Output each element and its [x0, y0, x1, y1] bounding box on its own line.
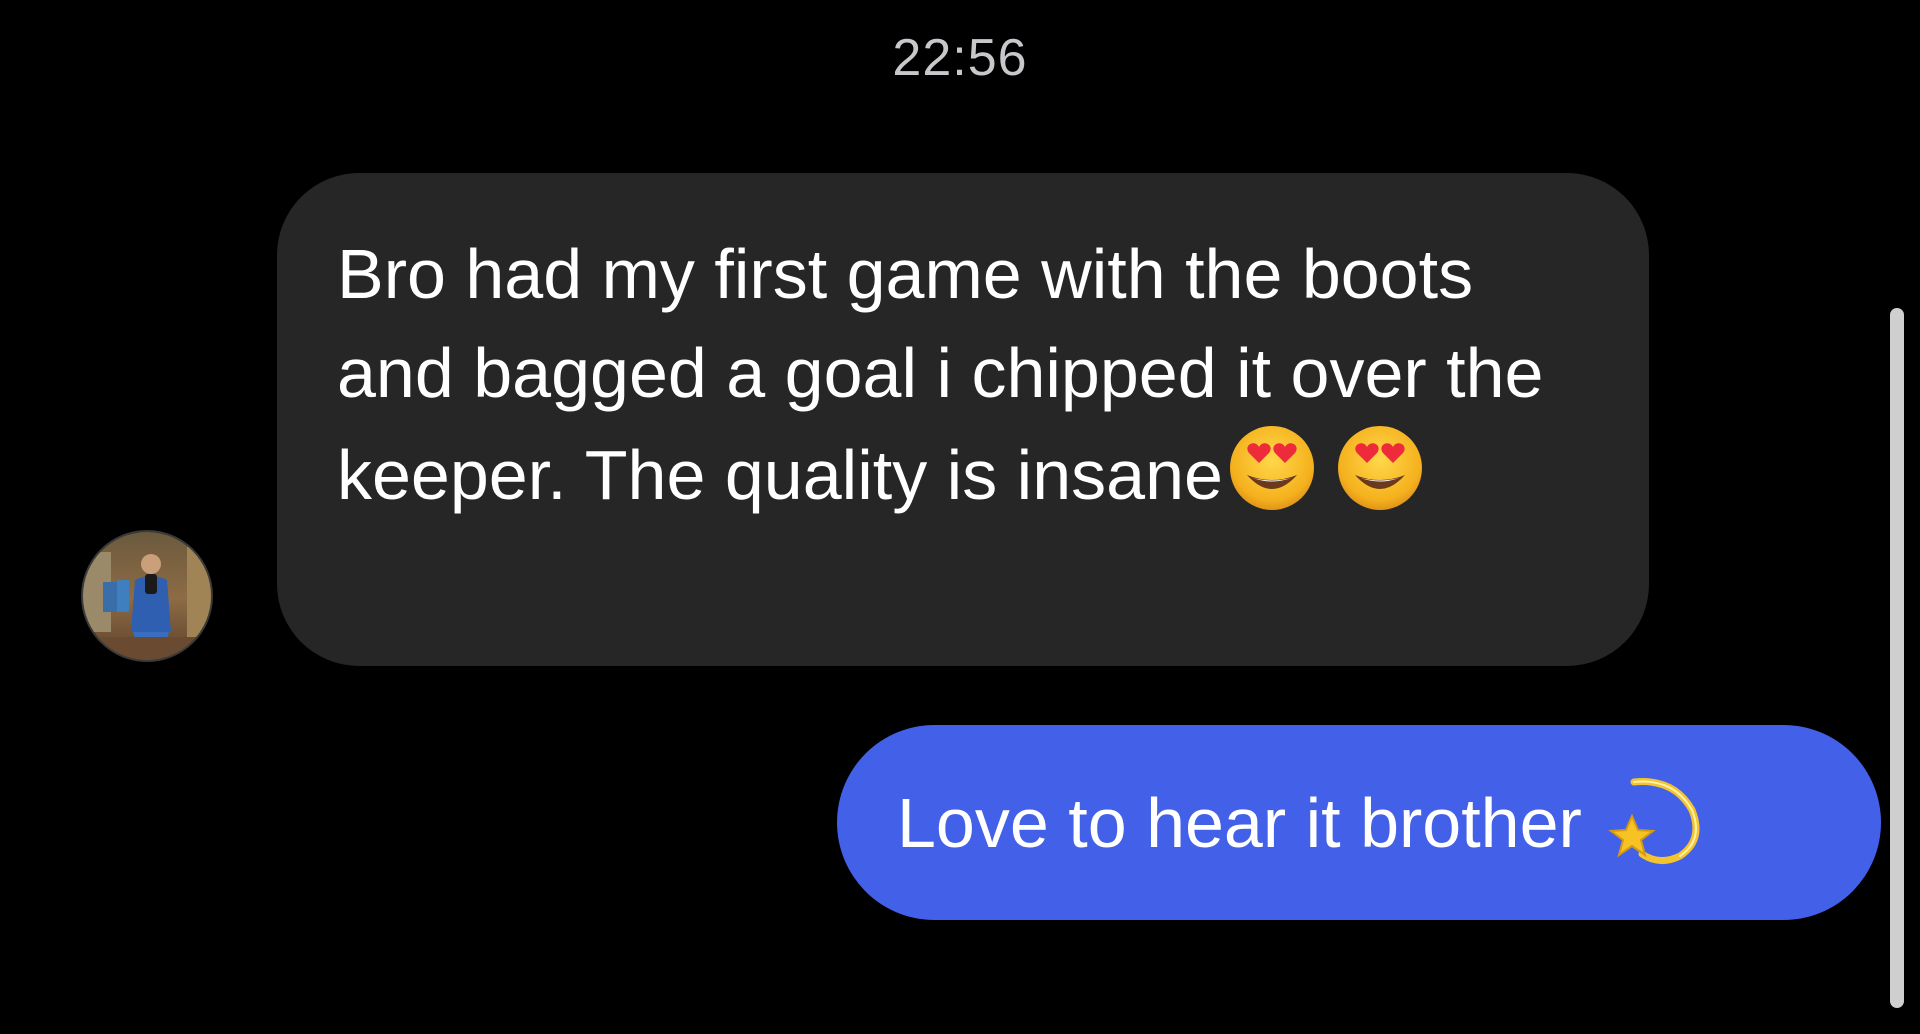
outgoing-message-text: Love to hear it brother	[897, 783, 1582, 862]
incoming-message-bubble[interactable]: Bro had my first game with the boots and…	[277, 173, 1649, 666]
chat-view[interactable]: 22:56 Bro had my first game with the boo	[0, 0, 1920, 1034]
scrollbar[interactable]	[1890, 308, 1904, 1008]
outgoing-message-bubble[interactable]: Love to hear it brother	[837, 725, 1881, 920]
avatar-photo-icon	[83, 532, 211, 660]
dizzy-star-emoji-icon	[1604, 770, 1704, 875]
incoming-message: Bro had my first game with the boots and…	[337, 225, 1589, 539]
heart-eyes-emoji-icon	[1227, 423, 1317, 539]
sender-avatar[interactable]	[81, 530, 213, 662]
message-timestamp: 22:56	[892, 29, 1028, 87]
heart-eyes-emoji-icon	[1335, 423, 1425, 539]
